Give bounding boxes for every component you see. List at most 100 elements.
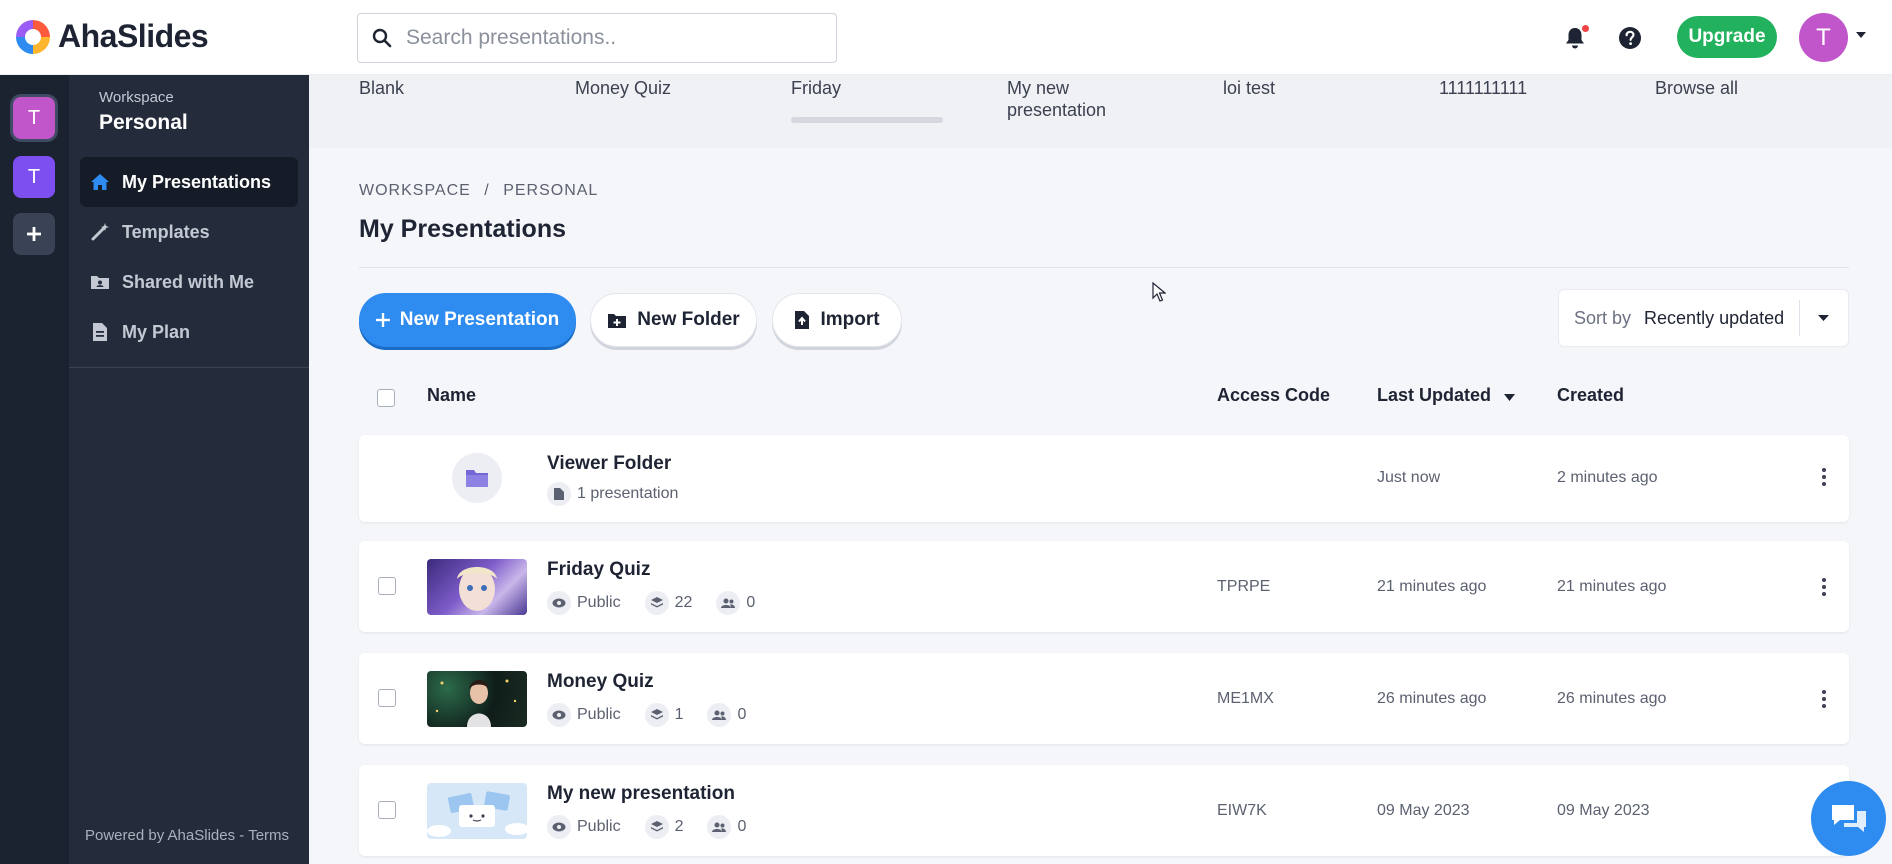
more-options-icon[interactable] (1821, 578, 1827, 596)
plus-icon (375, 313, 390, 327)
row-visibility: Public (577, 706, 621, 723)
footer-separator: - (239, 827, 245, 844)
support-chat-button[interactable] (1811, 781, 1886, 856)
notifications-button[interactable] (1561, 24, 1589, 52)
layers-icon (644, 703, 669, 727)
row-participant-count: 0 (737, 706, 747, 723)
templates-strip: Blank Money Quiz Friday My new presentat… (309, 75, 1892, 148)
workspace-sidebar: Workspace Personal My Presentations Temp… (69, 75, 309, 864)
layers-icon (644, 815, 669, 839)
more-options-icon[interactable] (1821, 690, 1827, 708)
magic-wand-icon (90, 222, 110, 242)
sidebar-item-my-plan[interactable]: My Plan (80, 307, 298, 357)
row-slide-count: 1 (674, 706, 684, 723)
column-name[interactable]: Name (427, 385, 476, 406)
template-money-quiz[interactable]: Money Quiz (575, 77, 725, 99)
row-access-code: EIW7K (1217, 802, 1267, 819)
workspace-switch-1[interactable]: T (13, 97, 55, 139)
sidebar-item-label: Templates (122, 221, 210, 242)
row-checkbox[interactable] (378, 689, 396, 707)
search-input[interactable] (406, 26, 826, 50)
folder-plus-icon (608, 313, 627, 328)
template-friday[interactable]: Friday (791, 77, 941, 99)
workspace-switch-2[interactable]: T (13, 156, 55, 198)
sidebar-divider (69, 367, 309, 368)
folder-icon (466, 470, 488, 487)
app-logo[interactable]: AhaSlides (16, 18, 209, 55)
help-icon (1619, 27, 1641, 49)
template-scroll-indicator (791, 117, 943, 123)
column-created[interactable]: Created (1557, 385, 1624, 406)
table-row[interactable]: Friday Quiz Public 22 0 TPRPE 21 minutes… (359, 541, 1849, 632)
table-row[interactable]: Viewer Folder 1 presentation Just now 2 … (359, 435, 1849, 522)
help-button[interactable] (1616, 24, 1644, 52)
breadcrumb-workspace[interactable]: WORKSPACE (359, 182, 471, 199)
user-avatar[interactable]: T (1799, 13, 1848, 62)
row-last-updated: 21 minutes ago (1377, 578, 1487, 595)
select-all-checkbox[interactable] (377, 389, 395, 407)
chevron-down-icon[interactable] (1855, 31, 1867, 39)
table-header: Name Access Code Last Updated Created (359, 375, 1849, 415)
row-created: 2 minutes ago (1557, 469, 1658, 486)
terms-link[interactable]: Terms (248, 827, 289, 844)
new-folder-button[interactable]: New Folder (590, 293, 757, 347)
eye-icon (547, 815, 571, 839)
table-row[interactable]: My new presentation Public 2 0 EIW7K 09 … (359, 765, 1849, 856)
row-name[interactable]: Money Quiz (547, 671, 654, 693)
row-participant-count: 0 (737, 818, 747, 835)
row-checkbox[interactable] (378, 801, 396, 819)
upgrade-button[interactable]: Upgrade (1677, 16, 1777, 58)
powered-by-text: Powered by AhaSlides (85, 827, 236, 844)
template-my-new-presentation[interactable]: My new presentation (1007, 77, 1127, 121)
shared-folder-icon (90, 272, 110, 292)
template-loi-test[interactable]: loi test (1223, 77, 1373, 99)
workspace-name[interactable]: Personal (99, 111, 188, 135)
logo-mark (16, 19, 50, 54)
sidebar-item-templates[interactable]: Templates (80, 207, 298, 257)
column-last-updated[interactable]: Last Updated (1377, 385, 1516, 406)
logo-text: AhaSlides (58, 18, 209, 54)
presentation-thumbnail[interactable] (427, 783, 527, 839)
column-access-code[interactable]: Access Code (1217, 385, 1330, 406)
sort-separator (1799, 300, 1800, 336)
participants-icon (707, 703, 732, 727)
row-name[interactable]: My new presentation (547, 783, 735, 805)
search-box[interactable] (357, 13, 837, 63)
sort-dropdown[interactable]: Sort by Recently updated (1558, 289, 1849, 347)
title-divider (359, 267, 1849, 268)
row-checkbox[interactable] (378, 577, 396, 595)
notification-dot (1582, 25, 1589, 32)
sidebar-item-label: My Plan (122, 321, 191, 342)
import-button[interactable]: Import (772, 293, 902, 347)
row-access-code: TPRPE (1217, 578, 1271, 595)
chevron-down-icon[interactable] (1817, 314, 1830, 322)
row-meta: Public 1 0 (547, 703, 746, 727)
row-name[interactable]: Friday Quiz (547, 559, 650, 581)
row-slide-count: 22 (674, 594, 693, 611)
participants-icon (707, 815, 732, 839)
document-icon (547, 482, 571, 506)
browse-all-link[interactable]: Browse all (1655, 77, 1805, 99)
workspace-caption: Workspace (99, 89, 174, 106)
presentation-thumbnail[interactable] (427, 671, 527, 727)
row-name[interactable]: Viewer Folder (547, 453, 671, 475)
layers-icon (644, 591, 669, 615)
template-1111111111[interactable]: 1111111111 (1439, 77, 1589, 99)
presentation-thumbnail[interactable] (427, 559, 527, 615)
mouse-cursor-icon (1152, 282, 1166, 302)
template-blank[interactable]: Blank (359, 77, 509, 99)
more-options-icon[interactable] (1821, 468, 1827, 486)
row-created: 09 May 2023 (1557, 802, 1650, 819)
table-row[interactable]: Money Quiz Public 1 0 ME1MX 26 minutes a… (359, 653, 1849, 744)
new-presentation-button[interactable]: New Presentation (359, 293, 576, 347)
sidebar-item-shared-with-me[interactable]: Shared with Me (80, 257, 298, 307)
row-created: 21 minutes ago (1557, 578, 1667, 595)
row-meta: Public 2 0 (547, 815, 746, 839)
sort-label: Sort by (1574, 307, 1632, 328)
folder-thumb (452, 453, 502, 503)
add-workspace-button[interactable] (13, 213, 55, 255)
row-access-code: ME1MX (1217, 690, 1274, 707)
home-icon (90, 172, 110, 192)
sidebar-item-my-presentations[interactable]: My Presentations (80, 157, 298, 207)
folder-count: 1 presentation (577, 485, 679, 502)
